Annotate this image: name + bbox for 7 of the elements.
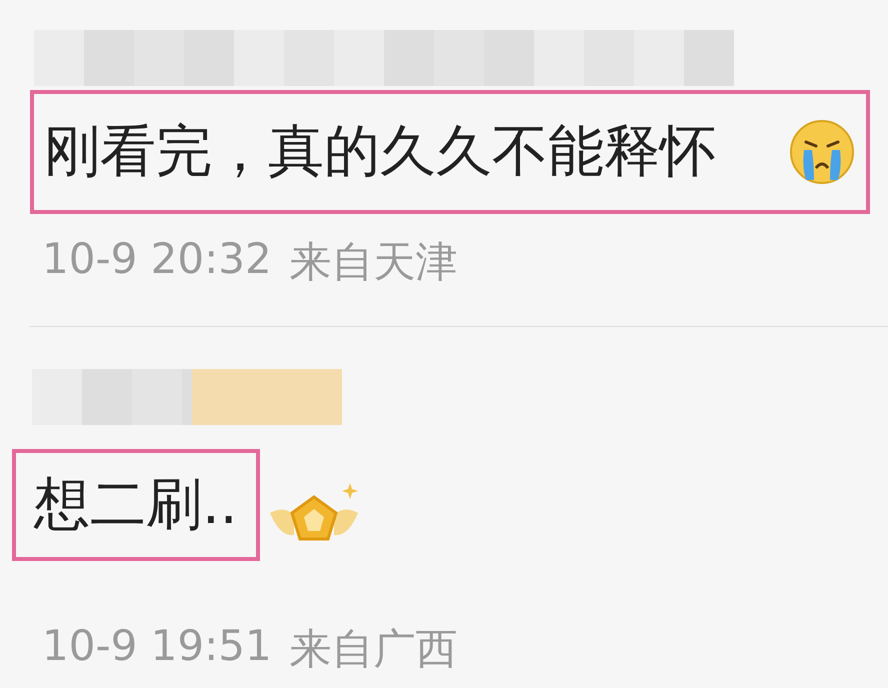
comment-location: 来自天津 [290, 236, 458, 288]
comment-location: 来自广西 [290, 623, 458, 675]
comment-time: 10-9 20:32 [42, 234, 272, 285]
comment-text: 想二刷.. [34, 471, 238, 539]
crying-face-icon [788, 118, 856, 186]
comment-time: 10-9 19:51 [42, 621, 272, 672]
comment-text: 刚看完，真的久久不能释怀 [44, 118, 716, 186]
